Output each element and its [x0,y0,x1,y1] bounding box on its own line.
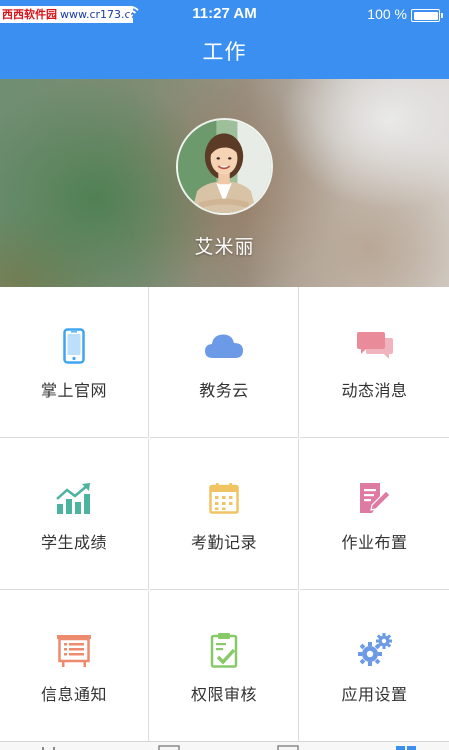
feature-grid: 掌上官网 教务云 动态消息 学生成绩 考勤记录 作业布置 信息通知 权限审核 应… [0,287,449,743]
user-name: 艾米丽 [194,236,255,258]
tile-grades[interactable]: 学生成绩 [0,439,149,590]
battery-icon [411,9,443,22]
status-bar: 西西软件园www.cr173.com 11:27 AM 100 % [0,0,449,30]
message-tab-icon[interactable] [277,745,299,750]
tile-attendance[interactable]: 考勤记录 [150,439,299,590]
top-bar: 西西软件园www.cr173.com 11:27 AM 100 % 工作 [0,0,449,79]
tile-edu-cloud[interactable]: 教务云 [150,287,299,438]
tile-label: 学生成绩 [40,533,107,552]
tile-label: 考勤记录 [190,533,257,552]
tile-notices[interactable]: 信息通知 [0,591,149,742]
work-tab-icon[interactable] [395,745,417,750]
tile-news[interactable]: 动态消息 [300,287,449,438]
page-title: 工作 [202,40,247,64]
tab-bar [0,741,449,750]
tile-website[interactable]: 掌上官网 [0,287,149,438]
cloud-icon [205,334,243,358]
tile-label: 动态消息 [341,381,408,400]
notice-board-icon [57,635,91,667]
growth-chart-icon [56,483,90,514]
avatar-photo [178,120,271,213]
tile-settings[interactable]: 应用设置 [300,591,449,742]
chat-bubbles-icon [356,332,393,359]
edit-document-icon [359,483,391,513]
calendar-icon [209,483,239,514]
tile-label: 权限审核 [190,685,257,704]
battery-percent: 100 % [367,6,407,22]
contacts-tab-icon[interactable] [158,745,180,750]
tile-homework[interactable]: 作业布置 [300,439,449,590]
tile-label: 作业布置 [341,533,408,552]
clipboard-check-icon [210,633,238,668]
tile-label: 应用设置 [341,685,408,704]
gears-icon [357,633,392,666]
home-tab-icon[interactable] [40,745,58,750]
avatar[interactable] [176,118,273,215]
tile-label: 教务云 [199,381,249,400]
tile-label: 掌上官网 [40,381,107,400]
tile-permissions[interactable]: 权限审核 [150,591,299,742]
phone-icon [63,328,85,364]
profile-banner: 艾米丽 [0,79,449,287]
tile-label: 信息通知 [40,685,107,704]
